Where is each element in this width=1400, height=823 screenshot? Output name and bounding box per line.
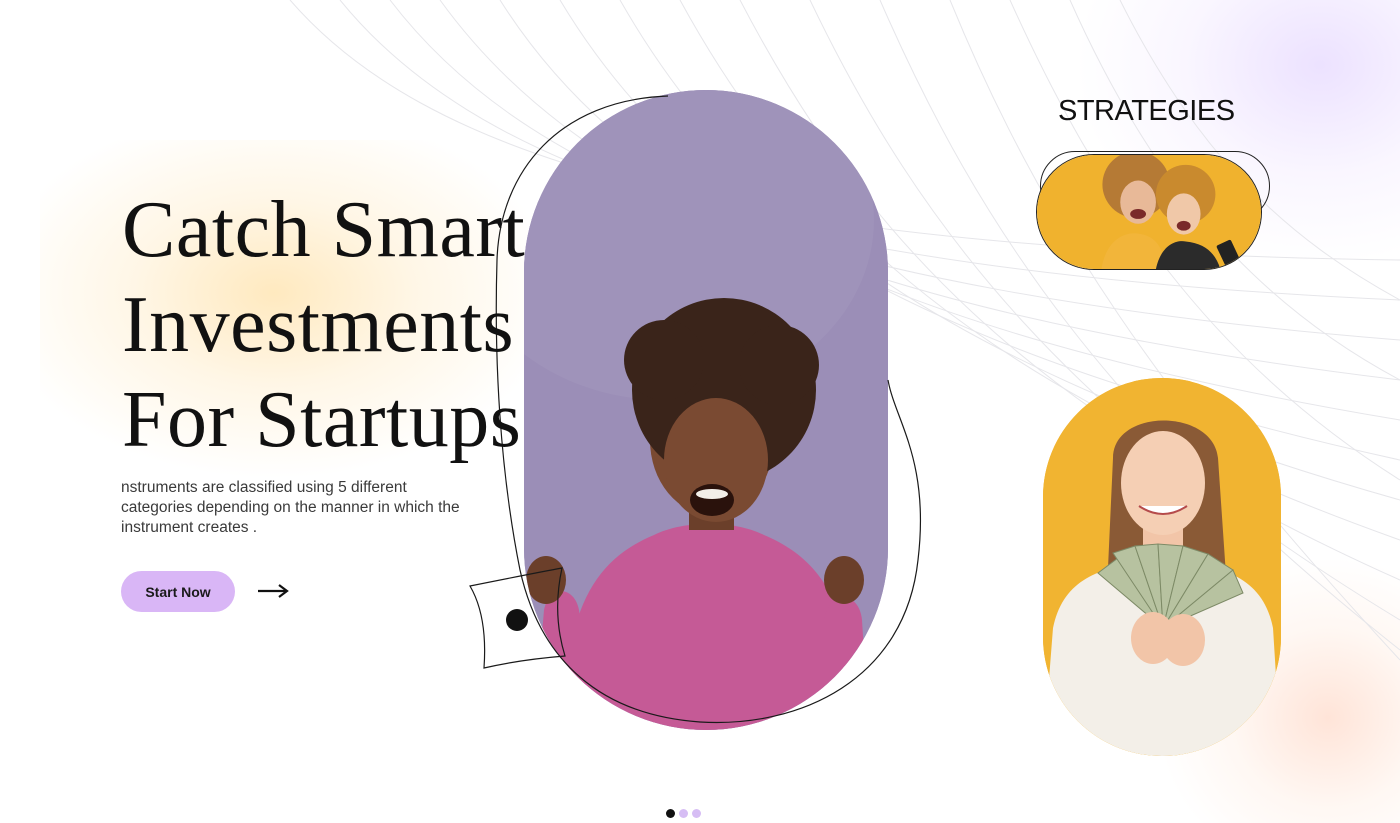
headline-line-2: Investments [122,281,515,369]
carousel-dots [666,809,701,818]
hero-photo-excited-woman [524,90,888,730]
headline-line-1: Catch Smart [122,186,526,274]
carousel-dot-2[interactable] [679,809,688,818]
carousel-dot-1[interactable] [666,809,675,818]
start-now-button[interactable]: Start Now [121,571,235,612]
strategies-label: STRATEGIES [1058,95,1235,127]
hero-headline: Catch Smart Investments For Startups [122,183,525,468]
hero-description: nstruments are classified using 5 differ… [121,479,460,536]
arrow-right-icon[interactable] [256,583,290,599]
carousel-dot-3[interactable] [692,809,701,818]
money-woman-photo [1043,378,1281,756]
headline-line-3: For Startups [122,376,522,464]
strategies-photo-two-women [1036,154,1262,270]
